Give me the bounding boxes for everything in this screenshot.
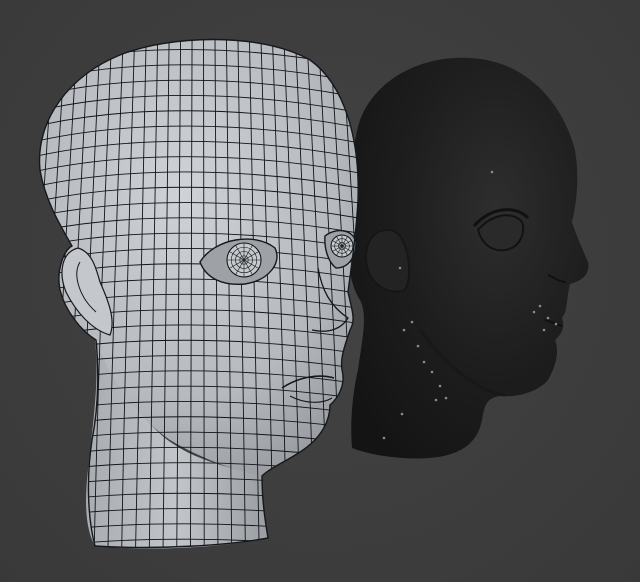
vertex-dot [490,170,494,174]
vertex-dot [430,370,434,374]
vertex-dot [538,304,542,308]
vertex-dot [422,360,426,364]
vertex-dot [416,344,420,348]
vertex-dot [398,266,402,270]
vertex-dot [400,412,404,416]
vertex-dot [546,316,550,320]
vertex-dot [382,436,386,440]
vertex-dot [554,322,558,326]
3d-viewport[interactable] [0,0,640,582]
vertex-dot [434,398,438,402]
vertex-dot [438,384,442,388]
vertex-dot [542,328,546,332]
vertex-dot [410,320,414,324]
wireframe-head[interactable] [20,30,380,560]
vertex-dot [444,396,448,400]
dark-head[interactable] [348,57,589,459]
vertex-dot [402,328,406,332]
vertex-dot [532,310,536,314]
mesh-edge [39,39,56,548]
scene-canvas[interactable] [0,0,640,582]
